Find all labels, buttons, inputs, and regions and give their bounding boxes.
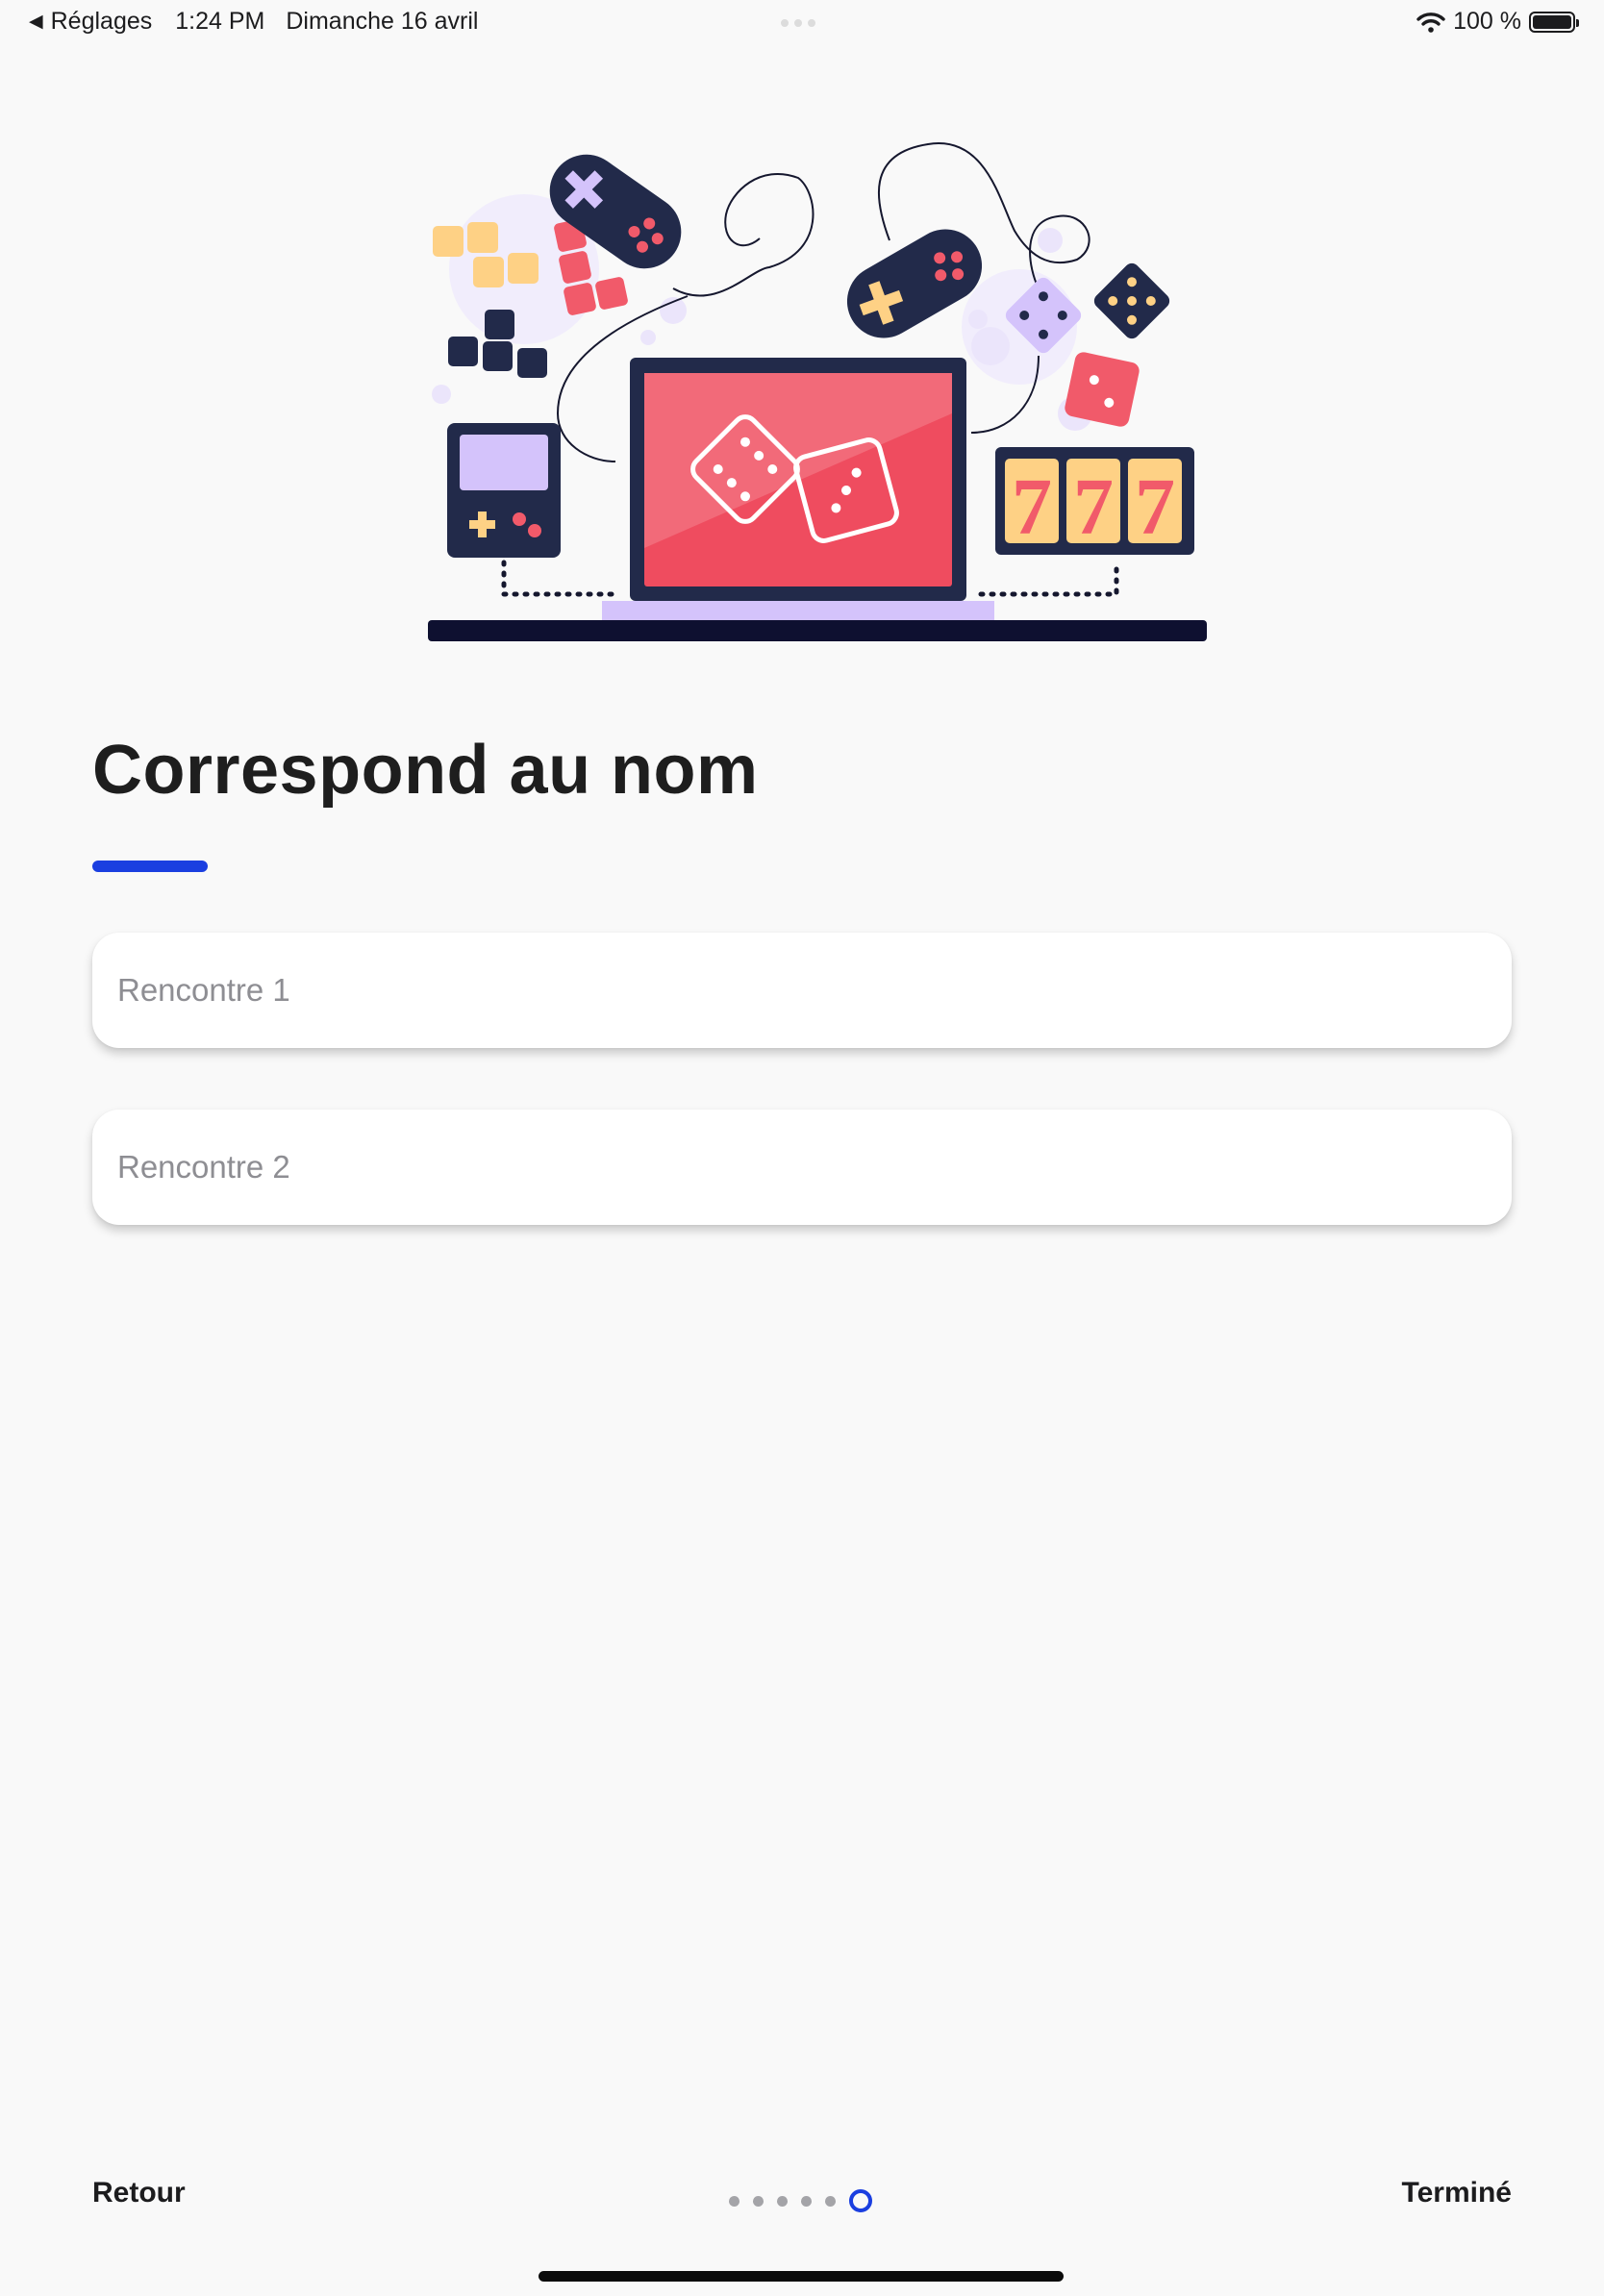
page-dot[interactable] <box>825 2195 836 2207</box>
slot-machine-icon: 7 7 7 <box>995 447 1194 555</box>
gaming-illustration: 7 7 7 <box>428 142 1207 641</box>
back-to-app-label[interactable]: Réglages <box>51 8 153 36</box>
meeting-1-field[interactable] <box>92 933 1512 1048</box>
back-button[interactable]: Retour <box>92 2177 186 2209</box>
slot-digit-1: 7 <box>1012 462 1052 552</box>
handheld-console-icon <box>447 423 561 558</box>
done-button[interactable]: Terminé <box>1402 2177 1512 2209</box>
dice-navy-icon <box>1093 262 1170 339</box>
page-title: Correspond au nom <box>92 732 759 809</box>
status-bar-right: 100 % <box>1416 8 1579 36</box>
meeting-1-input[interactable] <box>92 933 1512 1048</box>
page-dot[interactable] <box>729 2195 739 2207</box>
back-triangle-icon[interactable]: ◀ <box>29 11 43 33</box>
title-underline <box>92 861 208 872</box>
multitasking-dots[interactable] <box>781 19 815 27</box>
home-indicator[interactable] <box>539 2271 1064 2282</box>
status-bar-left: ◀ Réglages 1:24 PM Dimanche 16 avril <box>29 8 478 36</box>
slot-digit-3: 7 <box>1135 462 1175 552</box>
meeting-2-field[interactable] <box>92 1110 1512 1225</box>
page-dot[interactable] <box>801 2195 812 2207</box>
dotted-cable-left <box>501 560 620 597</box>
dotted-cable-right <box>978 562 1119 597</box>
status-date: Dimanche 16 avril <box>286 8 479 35</box>
status-time: 1:24 PM <box>175 8 265 35</box>
page-indicator[interactable] <box>729 2189 872 2212</box>
page-dot[interactable] <box>753 2195 764 2207</box>
slot-digit-2: 7 <box>1073 462 1114 552</box>
status-bar: ◀ Réglages 1:24 PM Dimanche 16 avril 100… <box>0 0 1604 46</box>
meeting-2-input[interactable] <box>92 1110 1512 1225</box>
dice-red-icon <box>1065 352 1140 427</box>
battery-icon <box>1529 11 1579 33</box>
wifi-icon <box>1416 12 1445 33</box>
page-dot[interactable] <box>777 2195 788 2207</box>
battery-percent: 100 % <box>1453 8 1521 35</box>
page-dot-active[interactable] <box>849 2189 872 2212</box>
